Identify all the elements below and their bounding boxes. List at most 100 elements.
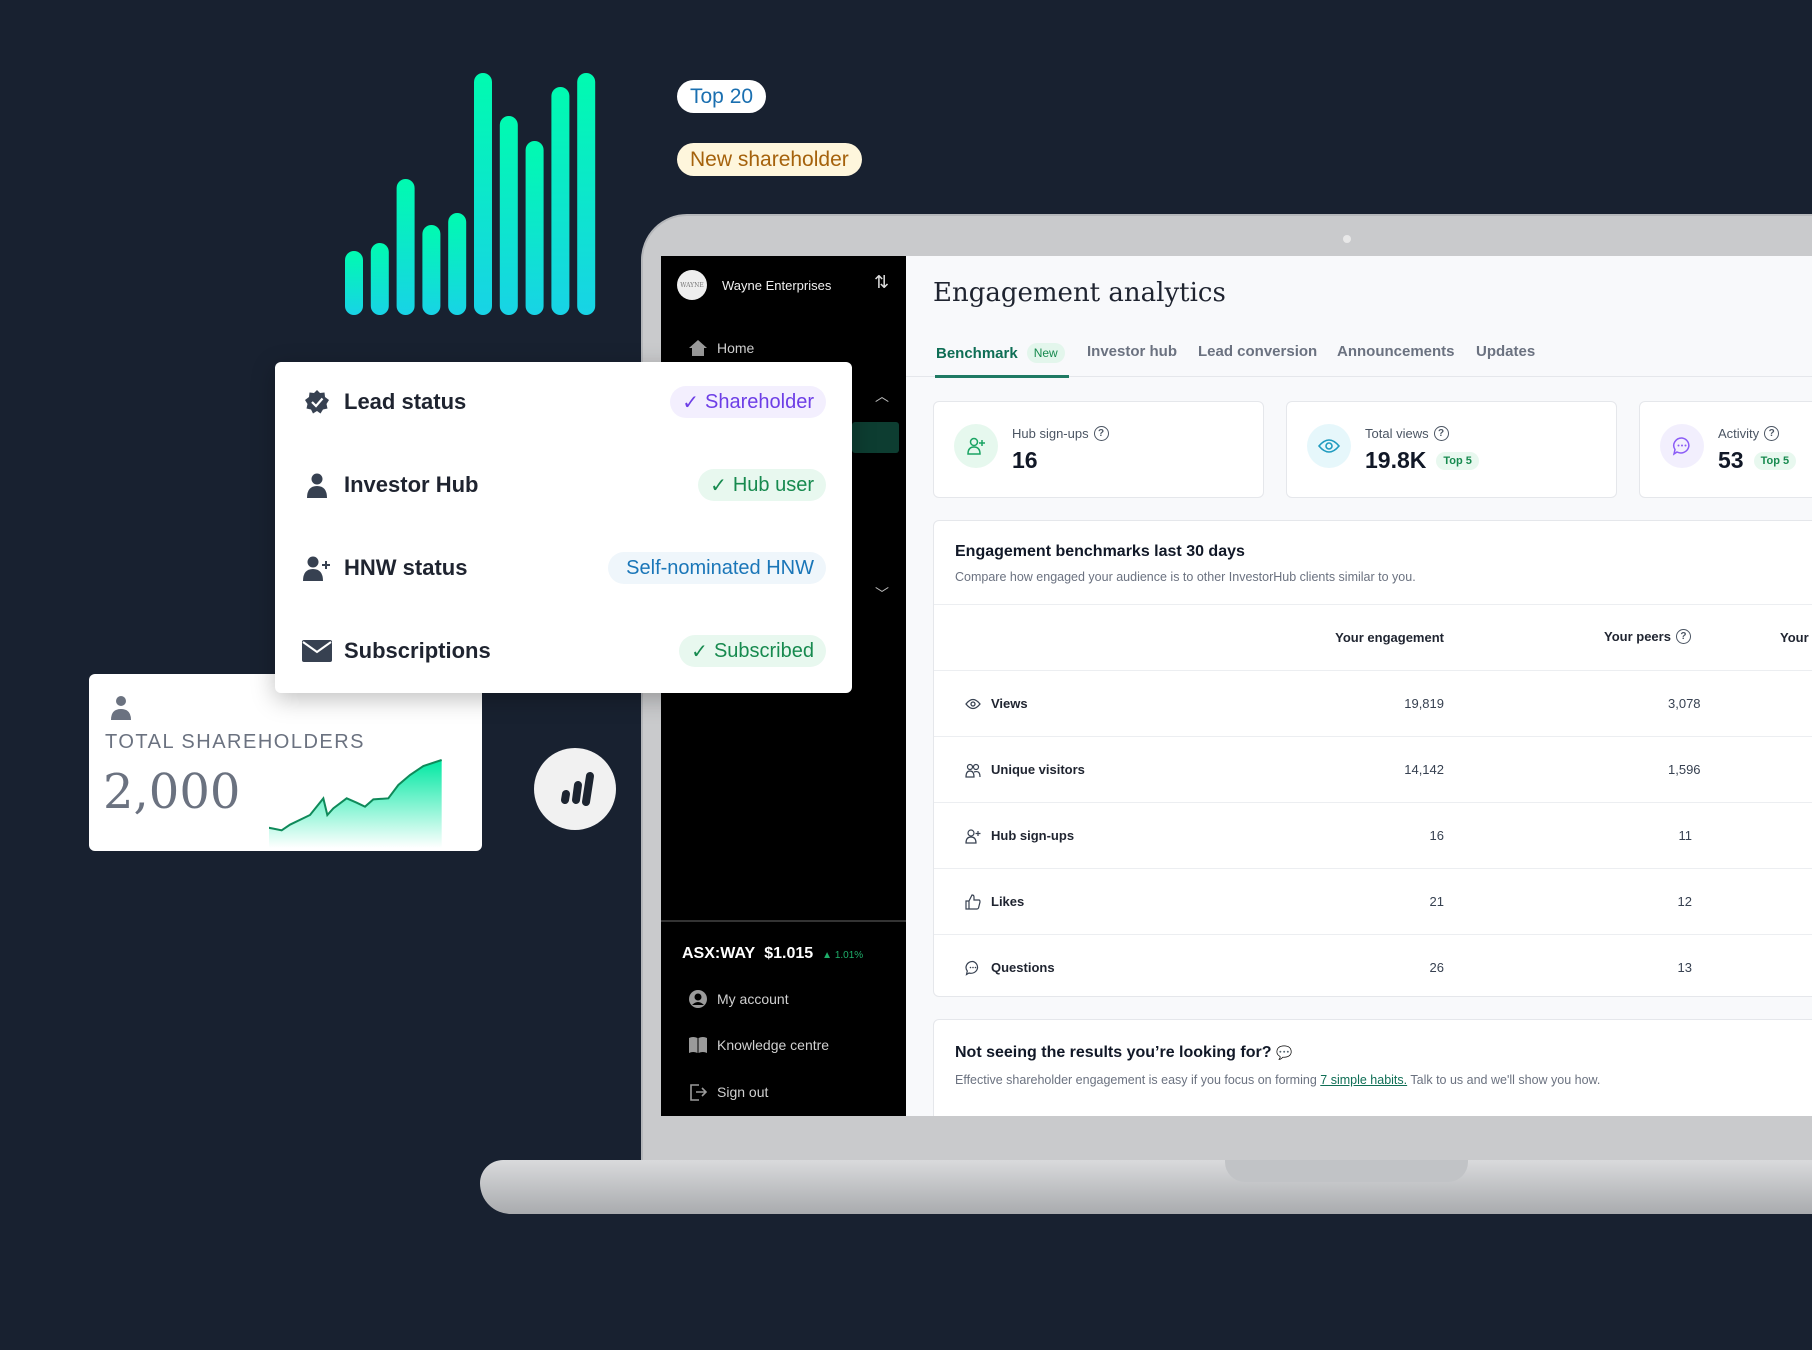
- tab-announcements[interactable]: Announcements: [1337, 343, 1455, 360]
- stat-label: Activity: [1718, 426, 1760, 441]
- badge-label: Hub user: [732, 473, 814, 496]
- sidebar-item-label: Knowledge centre: [717, 1037, 830, 1053]
- your-engagement-value: 16: [1429, 828, 1444, 843]
- decorative-bar: [396, 179, 415, 315]
- total-shareholders-value: 2,000: [103, 764, 241, 820]
- tab-investor-hub[interactable]: Investor hub: [1087, 343, 1177, 360]
- decorative-bar: [474, 73, 492, 315]
- stat-card-hub-signups: Hub sign-ups? 16: [933, 401, 1264, 498]
- analytics-logo-icon: [534, 748, 616, 830]
- your-engagement-value: 14,142: [1404, 762, 1444, 777]
- chat-icon: [1660, 424, 1704, 468]
- stat-label: Hub sign-ups: [1012, 426, 1089, 441]
- stat-label: Total views: [1365, 426, 1429, 441]
- top-20-pill: Top 20: [677, 80, 767, 113]
- tab-label: Benchmark: [936, 344, 1018, 362]
- lead-row: Subscriptions ✓ Subscribed: [301, 631, 826, 671]
- your-peers-value: 3,078: [1668, 696, 1701, 711]
- decorative-bar: [370, 243, 389, 315]
- lead-row-label: HNW status: [344, 555, 468, 580]
- share-price: $1.015: [764, 945, 814, 962]
- your-peers-value: 1,596: [1668, 762, 1701, 777]
- badge-label: Subscribed: [713, 639, 814, 662]
- check-icon: ✓: [691, 640, 708, 663]
- status-badge: ✓ Hub user: [698, 469, 826, 501]
- benchmarks-title: Engagement benchmarks last 30 days: [955, 543, 1245, 560]
- help-icon[interactable]: ?: [1675, 629, 1691, 644]
- lead-row-label: Lead status: [344, 389, 467, 414]
- lead-row-label: Investor Hub: [344, 472, 479, 497]
- simple-habits-link[interactable]: 7 simple habits.: [1320, 1073, 1407, 1087]
- help-icon[interactable]: ?: [1764, 426, 1780, 441]
- status-badge: Self-nominated HNW: [608, 552, 826, 584]
- help-panel: Not seeing the results you’re looking fo…: [933, 1019, 1812, 1116]
- new-badge: New: [1026, 343, 1065, 363]
- table-row: Likes 21 12: [934, 868, 1812, 934]
- sidebar-item-knowledge-centre[interactable]: Knowledge centre: [688, 1036, 829, 1054]
- tab-updates[interactable]: Updates: [1476, 343, 1535, 360]
- row-label: Views: [991, 696, 1028, 711]
- tab-lead-conversion[interactable]: Lead conversion: [1198, 343, 1317, 360]
- your-engagement-value: 19,819: [1404, 696, 1444, 711]
- tab-benchmark[interactable]: Benchmark New: [936, 343, 1065, 363]
- user-plus-icon: [954, 424, 998, 468]
- stat-value: 16: [1012, 447, 1038, 473]
- person-icon: [111, 696, 131, 720]
- laptop-base: [480, 1160, 1812, 1214]
- sidebar-item-home[interactable]: Home: [688, 339, 754, 357]
- row-label: Likes: [991, 894, 1025, 909]
- status-badge: ✓ Subscribed: [679, 635, 826, 667]
- status-badge: ✓ Shareholder: [670, 386, 826, 418]
- sidebar-item-label: Sign out: [717, 1084, 769, 1100]
- chat-bubble-icon: 💬: [1275, 1045, 1293, 1060]
- sign-out-icon: [690, 1084, 708, 1101]
- column-header-your: Your: [1780, 630, 1809, 645]
- decorative-bar: [577, 73, 596, 315]
- new-shareholder-pill: New shareholder: [677, 143, 862, 176]
- decorative-bar: [499, 116, 518, 315]
- chevron-up-icon[interactable]: ︿: [875, 386, 889, 406]
- account-icon: [689, 990, 707, 1008]
- book-icon: [689, 1037, 707, 1053]
- stat-card-activity: Activity? 53 Top 5: [1639, 401, 1812, 498]
- decorative-bar: [448, 213, 467, 315]
- sidebar-item-my-account[interactable]: My account: [688, 989, 789, 1009]
- active-tab-underline: [935, 375, 1069, 378]
- company-name: Wayne Enterprises: [722, 278, 832, 293]
- decorative-bar-graphic: [345, 73, 596, 315]
- badge-label: Shareholder: [705, 390, 814, 413]
- top-5-badge: Top 5: [1436, 451, 1479, 470]
- verified-badge-icon: [301, 389, 333, 415]
- chevron-down-icon[interactable]: ﹀: [875, 584, 889, 604]
- company-logo[interactable]: WAYNE: [677, 270, 707, 300]
- help-text-before: Effective shareholder engagement is easy…: [955, 1073, 1321, 1087]
- main-content: Engagement analytics Benchmark New Inves…: [906, 256, 1812, 1116]
- decorative-bar: [345, 251, 363, 315]
- stat-value: 53: [1718, 447, 1744, 473]
- lead-row: Lead status ✓ Shareholder: [301, 382, 826, 422]
- column-label: Your peers: [1604, 629, 1671, 644]
- sidebar-item-label: My account: [717, 991, 789, 1007]
- row-label: Questions: [991, 960, 1055, 975]
- switch-company-icon[interactable]: ⇅: [874, 272, 889, 293]
- help-icon[interactable]: ?: [1093, 426, 1109, 441]
- lead-row: HNW status Self-nominated HNW: [301, 548, 826, 588]
- person-icon: [301, 472, 333, 498]
- sidebar-item-sign-out[interactable]: Sign out: [688, 1082, 768, 1102]
- benchmarks-subtitle: Compare how engaged your audience is to …: [955, 570, 1416, 584]
- your-peers-value: 12: [1677, 894, 1692, 909]
- check-icon: ✓: [682, 391, 700, 414]
- your-peers-value: 13: [1677, 960, 1692, 975]
- your-engagement-value: 26: [1429, 960, 1444, 975]
- help-icon[interactable]: ?: [1433, 426, 1449, 441]
- benchmarks-panel: Engagement benchmarks last 30 days Compa…: [933, 520, 1812, 997]
- decorative-bar: [525, 141, 544, 315]
- users-icon: [964, 762, 982, 778]
- check-icon: ✓: [710, 474, 727, 497]
- your-peers-value: 11: [1678, 828, 1693, 843]
- envelope-icon: [301, 640, 333, 662]
- active-nav-item[interactable]: [852, 422, 899, 453]
- person-plus-icon: [301, 555, 333, 581]
- lead-profile-card: Lead status ✓ Shareholder Investor Hub ✓ H…: [275, 362, 852, 693]
- price-change: ▲ 1.01%: [822, 950, 864, 961]
